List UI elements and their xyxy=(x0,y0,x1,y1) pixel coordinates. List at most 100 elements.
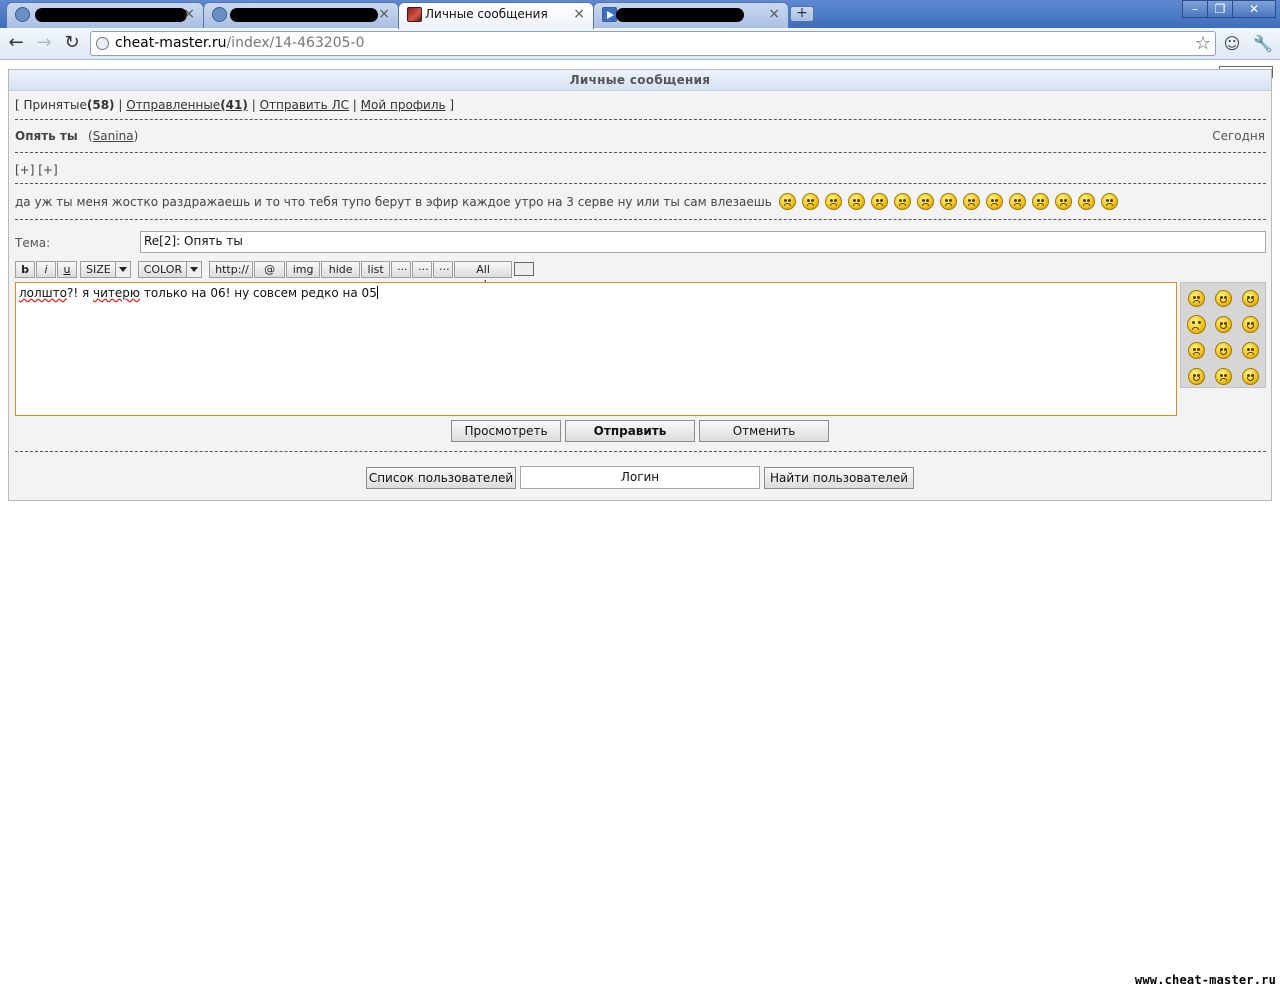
wrench-icon[interactable]: 🔧 xyxy=(1252,33,1274,55)
list-button[interactable]: list xyxy=(361,260,391,278)
hide-button[interactable]: hide xyxy=(321,260,361,278)
url-button[interactable]: http:// xyxy=(209,260,254,278)
browser-titlebar: × × Личные сообщения × × + – ❐ ✕ xyxy=(0,0,1280,29)
expand-toggle[interactable]: [+] xyxy=(15,163,34,177)
browser-tab-2[interactable]: × xyxy=(203,2,399,28)
messages-panel: Личные сообщения [ Принятые(58) | Отправ… xyxy=(8,69,1272,501)
angry-smiley-icon xyxy=(1077,193,1095,210)
message-date: Сегодня xyxy=(1212,129,1265,143)
confused-smiley-icon[interactable] xyxy=(1215,367,1232,385)
angry-smiley-icon xyxy=(847,193,865,210)
sad-smiley-icon[interactable] xyxy=(1188,341,1205,359)
find-users-button[interactable]: Найти пользователей xyxy=(764,467,914,489)
close-tab-icon[interactable]: × xyxy=(768,3,780,25)
bold-button[interactable]: b xyxy=(15,260,35,278)
shocked-smiley-icon[interactable] xyxy=(1187,314,1206,334)
close-tab-icon[interactable]: × xyxy=(183,3,195,25)
user-list-button[interactable]: Список пользователей xyxy=(366,467,516,489)
angry-smiley-icon xyxy=(916,193,934,210)
globe-icon xyxy=(212,7,227,22)
close-icon[interactable]: ✕ xyxy=(1232,0,1276,18)
preview-button[interactable]: Просмотреть xyxy=(451,420,561,442)
bookmark-star-icon[interactable]: ☆ xyxy=(1195,32,1211,55)
email-button[interactable]: @ xyxy=(254,260,286,278)
angry-smiley-icon xyxy=(1031,193,1049,210)
text-cursor xyxy=(376,286,378,299)
wink-smiley-icon[interactable] xyxy=(1215,315,1232,333)
expand-controls: [+] [+] xyxy=(15,163,58,177)
tongue-smiley-icon[interactable] xyxy=(1188,367,1205,385)
message-body: да уж ты меня жостко раздражаешь и то чт… xyxy=(15,193,1121,210)
site-favicon-icon xyxy=(407,7,422,22)
nav-profile-link[interactable]: Мой профиль xyxy=(361,98,446,112)
chevron-down-icon xyxy=(186,261,202,277)
all-codes-button[interactable]: All codes xyxy=(454,260,513,291)
cancel-button[interactable]: Отменить xyxy=(699,420,829,442)
underline-button[interactable]: u xyxy=(57,260,77,278)
minimize-icon[interactable]: – xyxy=(1182,0,1208,18)
more-button[interactable]: ··· xyxy=(391,260,412,278)
img-button[interactable]: img xyxy=(286,260,321,278)
angry-smiley-icon xyxy=(870,193,888,210)
more-button[interactable]: ··· xyxy=(433,260,454,278)
angry-smiley-icon xyxy=(778,193,796,210)
angry-smiley-icon xyxy=(1100,193,1118,210)
subject-label: Тема: xyxy=(15,236,51,250)
send-button[interactable]: Отправить xyxy=(565,420,695,442)
angry-smiley-icon[interactable] xyxy=(1188,289,1205,307)
back-icon[interactable]: ← xyxy=(4,32,28,56)
globe-icon xyxy=(15,7,30,22)
nav-separator: | xyxy=(118,98,123,112)
grin-smiley-icon[interactable] xyxy=(1242,367,1259,385)
angry-smiley-icon xyxy=(985,193,1003,210)
angry-smiley-icon xyxy=(1054,193,1072,210)
divider xyxy=(15,183,1266,184)
nav-separator: | xyxy=(251,98,256,112)
subject-input[interactable]: Re[2]: Опять ты xyxy=(140,231,1266,253)
smiley-picker xyxy=(1180,282,1266,388)
reload-icon[interactable]: ↻ xyxy=(60,32,84,56)
url-path: /index/14-463205-0 xyxy=(226,35,365,51)
nav-bracket: [ xyxy=(15,98,20,112)
new-tab-icon[interactable]: + xyxy=(790,6,814,22)
misspelled-word: лолшто xyxy=(19,286,67,300)
nav-separator: | xyxy=(352,98,357,112)
cool-smiley-icon[interactable] xyxy=(1242,289,1259,307)
maximize-icon[interactable]: ❐ xyxy=(1207,0,1233,18)
size-select[interactable]: SIZE xyxy=(80,260,131,278)
globe-icon xyxy=(96,37,109,50)
address-bar[interactable]: cheat-master.ru/index/14-463205-0 ☆ xyxy=(90,31,1216,56)
author-link[interactable]: Sanina xyxy=(93,129,134,143)
redacted-tab-title xyxy=(230,8,378,22)
smile-smiley-icon[interactable] xyxy=(1242,315,1259,333)
misspelled-word: читерю xyxy=(93,286,141,300)
tab-title: Личные сообщения xyxy=(425,7,548,21)
nav-sent-link[interactable]: Отправленные(41) xyxy=(126,98,248,112)
happy-smiley-icon[interactable] xyxy=(1215,341,1232,359)
angry-smiley-icon xyxy=(824,193,842,210)
page-title: Личные сообщения xyxy=(9,70,1271,91)
message-textarea[interactable]: лолшто?! я читерю только на 06! ну совсе… xyxy=(15,282,1177,416)
forward-icon[interactable]: → xyxy=(32,32,56,56)
browser-tab-active[interactable]: Личные сообщения × xyxy=(398,2,594,29)
page-menu-icon[interactable]: ☺ xyxy=(1221,33,1243,55)
browser-tab-1[interactable]: × xyxy=(6,2,204,28)
browser-toolbar: ← → ↻ cheat-master.ru/index/14-463205-0 … xyxy=(0,28,1280,60)
nav-inbox[interactable]: Принятые(58) xyxy=(24,98,115,112)
expand-toggle[interactable]: [+] xyxy=(38,163,57,177)
more-button[interactable]: ··· xyxy=(412,260,433,278)
url-host: cheat-master.ru xyxy=(115,35,227,51)
angry-smiley-icon xyxy=(801,193,819,210)
color-swatch[interactable] xyxy=(514,262,535,276)
surprised-smiley-icon[interactable] xyxy=(1242,341,1259,359)
divider xyxy=(15,152,1266,153)
color-select[interactable]: COLOR xyxy=(137,260,203,278)
italic-button[interactable]: i xyxy=(36,260,56,278)
nav-send-message-link[interactable]: Отправить ЛС xyxy=(260,98,349,112)
site-watermark: www.cheat-master.ru xyxy=(1134,973,1276,987)
browser-tab-4[interactable]: × xyxy=(593,2,789,28)
close-tab-icon[interactable]: × xyxy=(573,3,585,25)
close-tab-icon[interactable]: × xyxy=(378,3,390,25)
laughing-smiley-icon[interactable] xyxy=(1215,289,1232,307)
login-input[interactable]: Логин xyxy=(520,466,760,489)
